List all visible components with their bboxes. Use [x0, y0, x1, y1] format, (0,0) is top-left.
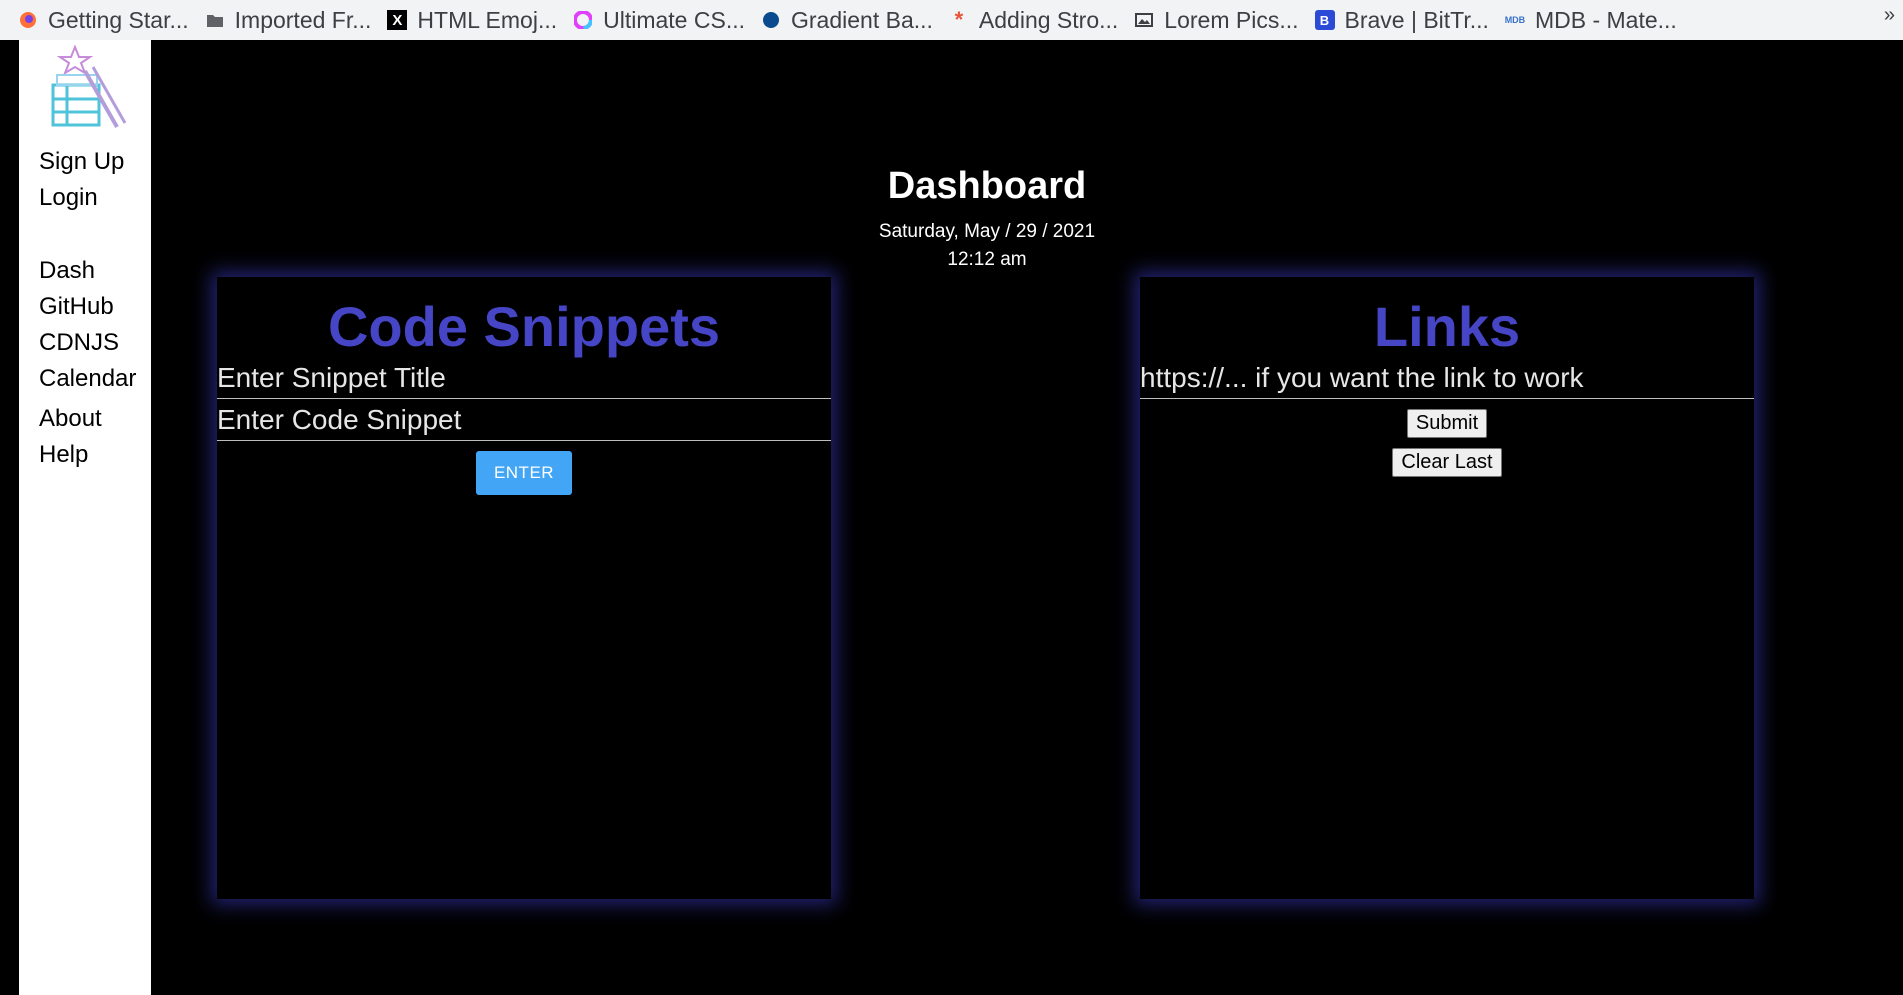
clear-last-button[interactable]: Clear Last [1392, 448, 1502, 477]
bookmark-ultimate-css[interactable]: Ultimate CS... [573, 7, 745, 34]
left-gutter [0, 40, 19, 995]
link-url-input[interactable] [1140, 357, 1754, 399]
links-panel: Links Submit Clear Last [1140, 277, 1754, 899]
bookmarks-overflow-icon[interactable]: » [1884, 4, 1895, 27]
code-snippets-panel: Code Snippets ENTER [217, 277, 831, 899]
bookmark-label: Lorem Pics... [1164, 6, 1299, 33]
bookmark-label: HTML Emoj... [417, 6, 558, 33]
github-link[interactable]: GitHub [39, 289, 136, 325]
bookmark-label: Getting Star... [48, 6, 189, 33]
dash-link[interactable]: Dash [39, 253, 136, 289]
bookmark-adding-stroke[interactable]: * Adding Stro... [949, 6, 1119, 34]
bookmark-html-emoji[interactable]: X HTML Emoj... [387, 7, 557, 34]
bookmark-label: Brave | BitTr... [1344, 6, 1489, 33]
about-link[interactable]: About [39, 401, 102, 437]
date-display: Saturday, May / 29 / 2021 [878, 221, 1096, 242]
bookmark-label: Adding Stro... [978, 6, 1119, 33]
time-display: 12:12 am [947, 249, 1027, 270]
bookmark-getting-started[interactable]: Getting Star... [18, 7, 189, 34]
color-wheel-icon [573, 10, 593, 30]
snippet-title-input[interactable] [217, 357, 831, 399]
code-snippets-title: Code Snippets [327, 295, 721, 358]
bookmark-mdb[interactable]: MDB MDB - Mate... [1505, 7, 1677, 34]
firefox-icon [18, 10, 38, 30]
bookmark-lorem-pics[interactable]: Lorem Pics... [1134, 6, 1299, 34]
bookmark-imported[interactable]: Imported Fr... [205, 6, 372, 34]
logo-icon [51, 45, 127, 128]
bookmark-brave[interactable]: B Brave | BitTr... [1314, 6, 1489, 34]
main-content: Dashboard Saturday, May / 29 / 2021 12:1… [151, 40, 1903, 995]
submit-button[interactable]: Submit [1406, 409, 1488, 438]
mdb-icon: MDB [1504, 15, 1526, 25]
cdnjs-link[interactable]: CDNJS [39, 325, 136, 361]
links-title: Links [1373, 295, 1521, 358]
bookmarks-bar: Getting Star... Imported Fr... X HTML Em… [0, 0, 1903, 40]
folder-icon [205, 10, 225, 30]
x-icon: X [387, 10, 408, 30]
brave-icon: B [1314, 10, 1335, 30]
info-nav: About Help [39, 401, 102, 473]
main-nav: Dash GitHub CDNJS Calendar [39, 253, 136, 397]
sidebar: Sign Up Login Dash GitHub CDNJS Calendar… [19, 40, 151, 995]
page-title: Dashboard [887, 165, 1087, 207]
bookmark-label: Imported Fr... [234, 6, 372, 33]
image-icon [1134, 10, 1154, 30]
login-link[interactable]: Login [39, 180, 124, 216]
auth-nav: Sign Up Login [39, 144, 124, 216]
sign-up-link[interactable]: Sign Up [39, 144, 124, 180]
bookmark-label: Gradient Ba... [791, 6, 933, 33]
help-link[interactable]: Help [39, 437, 102, 473]
asterisk-icon: * [954, 7, 964, 32]
bookmark-label: MDB - Mate... [1534, 6, 1677, 33]
calendar-link[interactable]: Calendar [39, 361, 136, 397]
snippet-code-input[interactable] [217, 399, 831, 441]
bookmark-gradient[interactable]: Gradient Ba... [761, 7, 933, 34]
circle-icon [761, 10, 781, 30]
enter-button[interactable]: ENTER [476, 451, 572, 495]
bookmark-label: Ultimate CS... [603, 6, 745, 33]
